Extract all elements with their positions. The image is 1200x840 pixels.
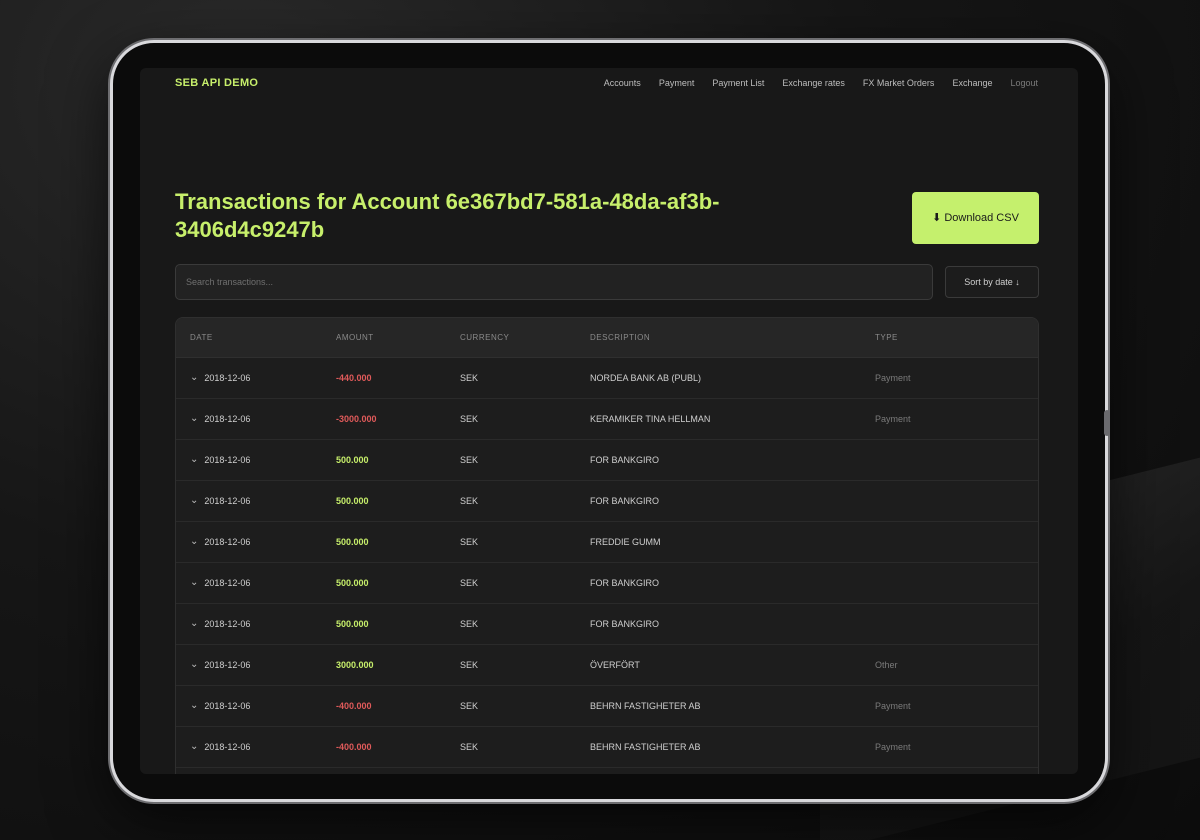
amount-value: 500.000: [336, 496, 369, 506]
amount-value: 500.000: [336, 578, 369, 588]
currency-value: SEK: [460, 701, 479, 711]
table-header: DATE AMOUNT CURRENCY DESCRIPTION TYPE: [176, 318, 1038, 358]
type-value: Payment: [875, 742, 911, 752]
chevron-down-icon[interactable]: ⌄: [190, 414, 198, 424]
chevron-down-icon[interactable]: ⌄: [190, 496, 198, 506]
date-cell: ⌄ 2018-12-06: [176, 496, 336, 507]
table-row[interactable]: ⌄ 2018-12-06 -400.000 SEK BEHRN FASTIGHETER …: [176, 686, 1038, 727]
date-cell: ⌄ 2018-12-06: [176, 701, 336, 712]
nav-link-payment-list[interactable]: Payment List: [712, 78, 764, 88]
description-value: FOR BANKGIRO: [590, 496, 660, 506]
date-cell: ⌄ 2018-12-06: [176, 619, 336, 630]
description-value: BEHRN FASTIGHETER AB: [590, 701, 701, 711]
chevron-down-icon[interactable]: ⌄: [190, 455, 198, 465]
description-value: FOR BANKGIRO: [590, 578, 660, 588]
description-value: NORDEA BANK AB (PUBL): [590, 373, 702, 383]
table-row[interactable]: ⌄ 2018-12-06 -3000.000 SEK KERAMIKER TINA HE…: [176, 399, 1038, 440]
date-value: 2018-12-06: [204, 496, 251, 506]
table-row[interactable]: ⌄ 2018-12-06 -400.000 SEK BEHRN FASTIGHETER …: [176, 727, 1038, 768]
chevron-down-icon[interactable]: ⌄: [190, 701, 198, 711]
app-screen: SEB API DEMO Accounts Payment Payment Li…: [140, 68, 1078, 774]
table-body: ⌄ 2018-12-06 -440.000 SEK NORDEA BANK AB (PU…: [176, 358, 1038, 768]
date-value: 2018-12-06: [204, 701, 251, 711]
date-cell: ⌄ 2018-12-06: [176, 578, 336, 589]
nav-link-exchange[interactable]: Exchange: [952, 78, 992, 88]
top-nav: SEB API DEMO Accounts Payment Payment Li…: [140, 68, 1078, 98]
date-cell: ⌄ 2018-12-06: [176, 373, 336, 384]
date-value: 2018-12-06: [204, 578, 251, 588]
date-cell: ⌄ 2018-12-06: [176, 455, 336, 466]
currency-value: SEK: [460, 455, 479, 465]
table-row[interactable]: ⌄ 2018-12-06 3000.000 SEK ÖVERFÖRT Other: [176, 645, 1038, 686]
header-amount[interactable]: AMOUNT: [336, 333, 460, 342]
amount-value: -440.000: [336, 373, 372, 383]
chevron-down-icon[interactable]: ⌄: [190, 373, 198, 383]
description-value: BEHRN FASTIGHETER AB: [590, 742, 701, 752]
chevron-down-icon[interactable]: ⌄: [190, 578, 198, 588]
header-currency[interactable]: CURRENCY: [460, 333, 590, 342]
header-type[interactable]: TYPE: [875, 333, 1035, 342]
currency-value: SEK: [460, 619, 479, 629]
tablet-side-button: [1104, 410, 1110, 436]
chevron-down-icon[interactable]: ⌄: [190, 619, 198, 629]
date-cell: ⌄ 2018-12-06: [176, 660, 336, 671]
table-row[interactable]: ⌄ 2018-12-06 -440.000 SEK NORDEA BANK AB (PU…: [176, 358, 1038, 399]
currency-value: SEK: [460, 660, 479, 670]
amount-value: -3000.000: [336, 414, 377, 424]
amount-value: 500.000: [336, 619, 369, 629]
search-input[interactable]: [175, 264, 933, 300]
amount-value: 500.000: [336, 537, 369, 547]
chevron-down-icon[interactable]: ⌄: [190, 742, 198, 752]
currency-value: SEK: [460, 578, 479, 588]
date-cell: ⌄ 2018-12-06: [176, 742, 336, 753]
currency-value: SEK: [460, 414, 479, 424]
nav-link-logout[interactable]: Logout: [1010, 78, 1038, 88]
type-value: Payment: [875, 414, 911, 424]
currency-value: SEK: [460, 496, 479, 506]
currency-value: SEK: [460, 373, 479, 383]
date-value: 2018-12-06: [204, 660, 251, 670]
table-row[interactable]: ⌄ 2018-12-06 500.000 SEK FOR BANKGIRO: [176, 604, 1038, 645]
date-cell: ⌄ 2018-12-06: [176, 537, 336, 548]
page-title: Transactions for Account 6e367bd7-581a-4…: [175, 189, 720, 242]
date-value: 2018-12-06: [204, 742, 251, 752]
date-value: 2018-12-06: [204, 619, 251, 629]
table-row[interactable]: ⌄ 2018-12-06 500.000 SEK FOR BANKGIRO: [176, 440, 1038, 481]
description-value: KERAMIKER TINA HELLMAN: [590, 414, 711, 424]
amount-value: 500.000: [336, 455, 369, 465]
date-value: 2018-12-06: [204, 537, 251, 547]
date-value: 2018-12-06: [204, 373, 251, 383]
type-value: Other: [875, 660, 898, 670]
description-value: FREDDIE GUMM: [590, 537, 661, 547]
sort-by-date-button[interactable]: Sort by date ↓: [945, 266, 1039, 298]
amount-value: -400.000: [336, 742, 372, 752]
description-value: ÖVERFÖRT: [590, 660, 640, 670]
description-value: FOR BANKGIRO: [590, 455, 660, 465]
nav-link-payment[interactable]: Payment: [659, 78, 695, 88]
header-date[interactable]: DATE: [176, 333, 336, 342]
amount-value: -400.000: [336, 701, 372, 711]
date-value: 2018-12-06: [204, 455, 251, 465]
type-value: Payment: [875, 373, 911, 383]
amount-value: 3000.000: [336, 660, 374, 670]
table-row[interactable]: ⌄ 2018-12-06 500.000 SEK FOR BANKGIRO: [176, 481, 1038, 522]
date-cell: ⌄ 2018-12-06: [176, 414, 336, 425]
chevron-down-icon[interactable]: ⌄: [190, 537, 198, 547]
table-row[interactable]: ⌄ 2018-12-06 500.000 SEK FOR BANKGIRO: [176, 563, 1038, 604]
currency-value: SEK: [460, 537, 479, 547]
currency-value: SEK: [460, 742, 479, 752]
nav-link-exchange-rates[interactable]: Exchange rates: [782, 78, 845, 88]
table-row[interactable]: ⌄ 2018-12-06 500.000 SEK FREDDIE GUMM: [176, 522, 1038, 563]
date-value: 2018-12-06: [204, 414, 251, 424]
type-value: Payment: [875, 701, 911, 711]
transactions-table: DATE AMOUNT CURRENCY DESCRIPTION TYPE ⌄ 2…: [175, 317, 1039, 774]
header-description[interactable]: DESCRIPTION: [590, 333, 875, 342]
chevron-down-icon[interactable]: ⌄: [190, 660, 198, 670]
download-csv-button[interactable]: ⬇ Download CSV: [912, 192, 1039, 244]
description-value: FOR BANKGIRO: [590, 619, 660, 629]
nav-link-fx-market-orders[interactable]: FX Market Orders: [863, 78, 935, 88]
nav-link-accounts[interactable]: Accounts: [604, 78, 641, 88]
brand-logo[interactable]: SEB API DEMO: [175, 77, 258, 89]
nav-links: Accounts Payment Payment List Exchange r…: [604, 78, 1038, 88]
